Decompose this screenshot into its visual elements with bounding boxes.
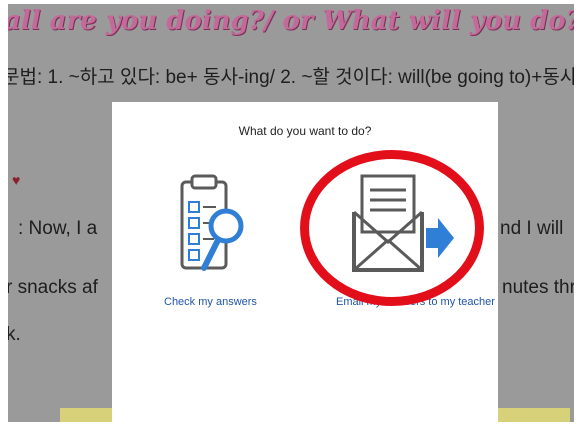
worksheet-title: all are you doing?/ or What will you do? xyxy=(8,6,574,36)
clipboard-magnifier-icon xyxy=(180,174,244,271)
check-answers-label: Check my answers xyxy=(164,296,257,308)
grammar-line: 문법: 1. ~하고 있다: be+ 동사-ing/ 2. ~할 것이다: wi… xyxy=(8,67,574,88)
heart-icon: ♥ xyxy=(12,172,21,188)
highlight-circle xyxy=(300,150,484,306)
dialog-title: What do you want to do? xyxy=(238,124,372,138)
check-answers-option[interactable]: Check my answers xyxy=(160,168,270,318)
sentence-k: k. xyxy=(8,324,21,345)
sentence-now-left: : Now, I a xyxy=(18,218,98,239)
sentence-now-right: nd I will xyxy=(500,218,564,239)
sentence-snacks-left: r snacks af xyxy=(8,277,98,298)
sentence-snacks-right: nutes thre xyxy=(502,277,574,298)
